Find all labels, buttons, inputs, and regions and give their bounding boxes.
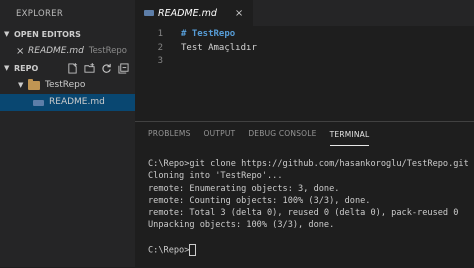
tree-folder-testrepo[interactable]: ▼ TestRepo (0, 77, 135, 94)
file-label: README.md (49, 97, 105, 107)
line-text: Test Amaçlıdır (181, 42, 257, 53)
terminal-line: C:\Repo>git clone https://github.com/has… (148, 159, 469, 169)
open-editors-header[interactable]: ▼ OPEN EDITORS (0, 26, 135, 43)
terminal-prompt: C:\Repo> (148, 245, 190, 256)
close-icon[interactable]: × (16, 43, 28, 60)
line-number: 2 (157, 42, 163, 53)
editor-tabbar: README.md × (135, 0, 474, 26)
tab-problems[interactable]: PROBLEMS (148, 122, 191, 146)
new-folder-icon[interactable] (84, 63, 95, 74)
editor-area: README.md × 1 # TestRepo 2 Test Amaçlıdı… (135, 0, 474, 268)
collapse-all-icon[interactable] (118, 63, 129, 74)
chevron-down-icon: ▼ (18, 81, 24, 89)
open-editor-folder: TestRepo (88, 46, 127, 56)
tab-terminal[interactable]: TERMINAL (329, 123, 370, 146)
repo-header[interactable]: ▼ REPO (0, 60, 135, 77)
code-editor[interactable]: 1 # TestRepo 2 Test Amaçlıdır 3 (135, 28, 474, 121)
code-line: 2 Test Amaçlıdır (135, 42, 474, 56)
line-number: 3 (157, 56, 163, 66)
terminal-output[interactable]: C:\Repo>git clone https://github.com/has… (135, 146, 474, 257)
open-editors-label: OPEN EDITORS (14, 30, 81, 39)
tab-label: README.md (158, 7, 217, 19)
new-file-icon[interactable] (67, 63, 78, 74)
terminal-line: remote: Counting objects: 100% (3/3), do… (148, 195, 371, 206)
repo-label: REPO (14, 64, 39, 73)
folder-label: TestRepo (45, 80, 86, 90)
terminal-cursor (189, 244, 197, 257)
bottom-panel: PROBLEMS OUTPUT DEBUG CONSOLE TERMINAL C… (135, 121, 474, 268)
explorer-sidebar: EXPLORER ▼ OPEN EDITORS × README.md Test… (0, 0, 135, 267)
tree-file-readme[interactable]: README.md (0, 94, 135, 111)
terminal-line: Cloning into 'TestRepo'... (148, 171, 283, 182)
tab-debug-console[interactable]: DEBUG CONSOLE (248, 122, 316, 146)
refresh-icon[interactable] (101, 63, 112, 74)
chevron-down-icon: ▼ (4, 30, 10, 38)
close-icon[interactable]: × (235, 8, 243, 19)
markdown-file-icon (33, 99, 44, 106)
code-line: 3 (135, 55, 474, 69)
line-text: # TestRepo (181, 29, 236, 39)
tab-output[interactable]: OUTPUT (204, 122, 236, 146)
open-editor-item[interactable]: × README.md TestRepo (0, 43, 135, 60)
terminal-line: Unpacking objects: 100% (3/3), done. (148, 220, 335, 231)
terminal-line: remote: Enumerating objects: 3, done. (148, 183, 340, 194)
open-editor-filename: README.md (28, 46, 84, 56)
tab-readme[interactable]: README.md × (135, 0, 255, 26)
terminal-prompt-line[interactable]: C:\Repo> (148, 244, 474, 257)
code-line: 1 # TestRepo (135, 28, 474, 42)
panel-tabs: PROBLEMS OUTPUT DEBUG CONSOLE TERMINAL (135, 122, 474, 146)
line-number: 1 (157, 29, 163, 39)
terminal-line: remote: Total 3 (delta 0), reused 0 (del… (148, 208, 459, 219)
markdown-file-icon (144, 10, 154, 16)
chevron-down-icon: ▼ (4, 64, 10, 72)
folder-icon (28, 79, 40, 90)
explorer-title: EXPLORER (16, 9, 64, 19)
